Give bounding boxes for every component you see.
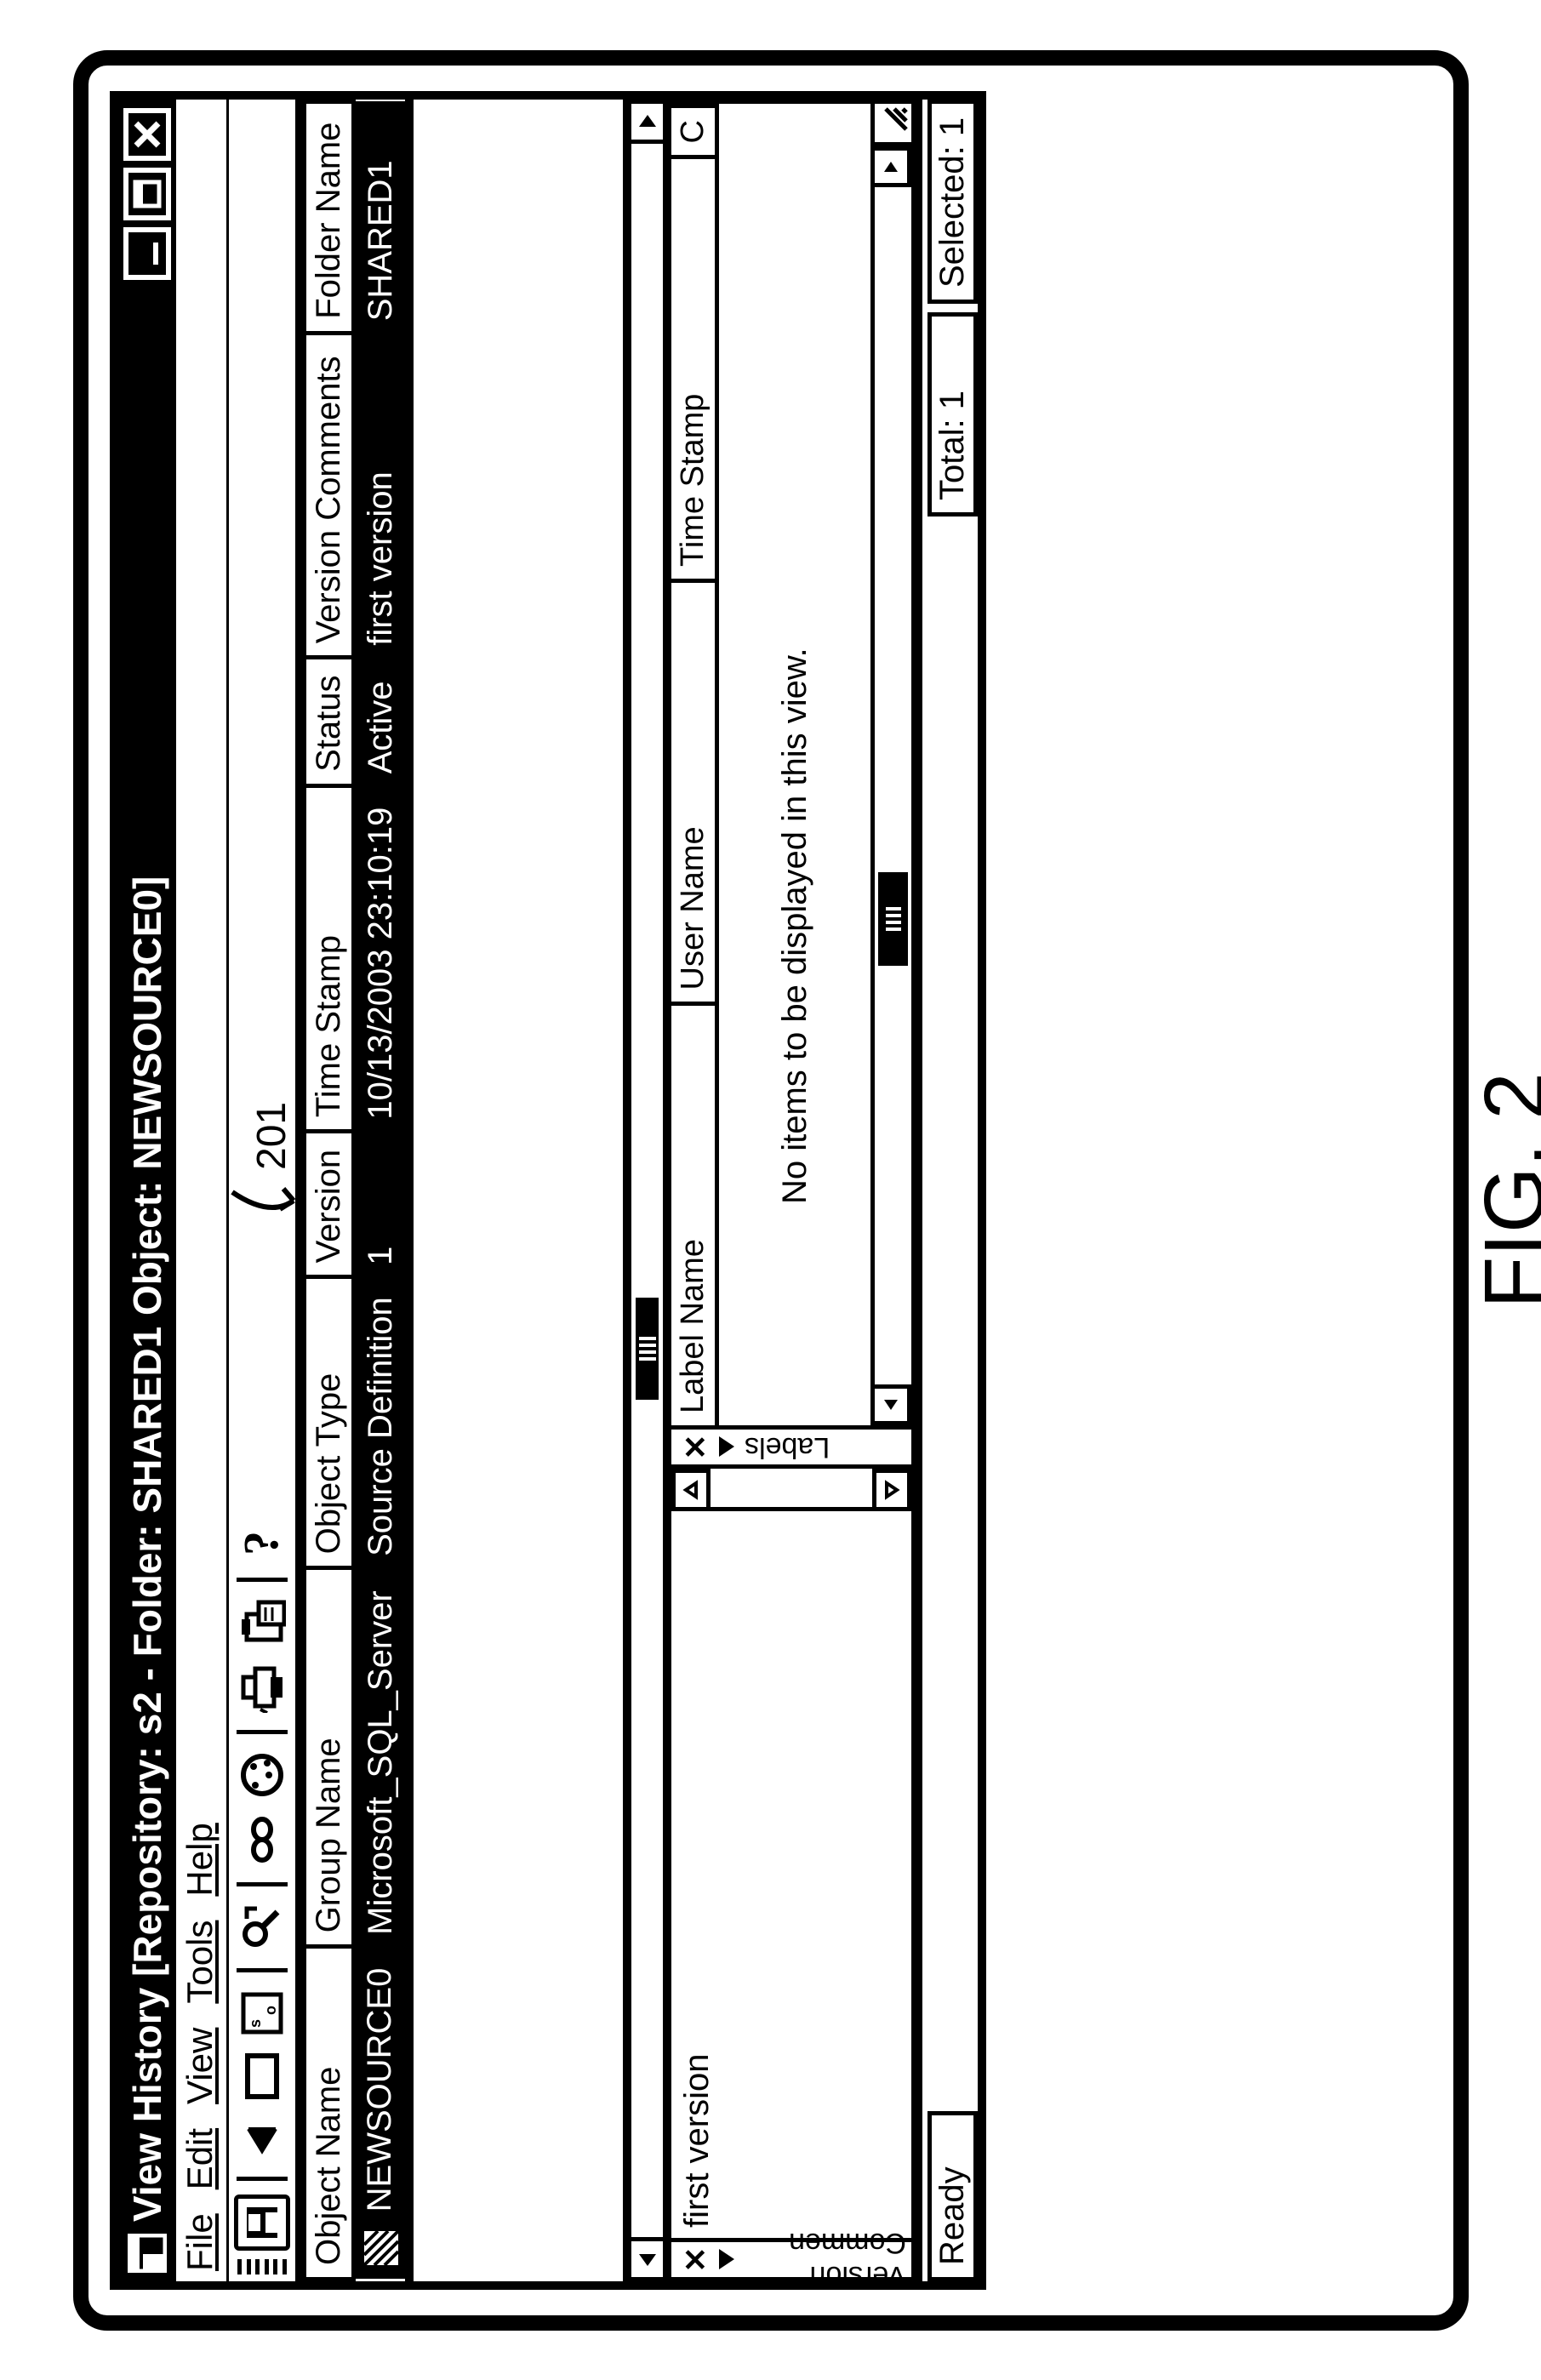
grid-row[interactable]: NEWSOURCE0 Microsoft_SQL_Server Source D… <box>353 101 405 2279</box>
titlebar: View History [Repository: s2 - Folder: S… <box>118 100 176 2281</box>
cell-folder-name: SHARED1 <box>353 101 405 333</box>
scroll-left-icon[interactable] <box>875 1384 911 1425</box>
window-title: View History [Repository: s2 - Folder: S… <box>124 292 170 2222</box>
vertical-scrollbar[interactable] <box>671 1469 911 1511</box>
menubar: File Edit View Tools Help <box>176 100 229 2281</box>
col-status[interactable]: Status <box>304 657 353 785</box>
globe-icon[interactable] <box>238 1748 286 1802</box>
svg-text:o: o <box>262 2006 279 2015</box>
col-object-type[interactable]: Object Type <box>304 1276 353 1567</box>
chevron-down-icon[interactable] <box>719 2249 734 2269</box>
scroll-thumb[interactable] <box>636 1298 659 1400</box>
scroll-right-icon[interactable] <box>875 146 911 187</box>
version-comments-panel: ✕ Version Commen first version <box>667 1464 916 2281</box>
labels-header-row: Label Name User Name Time Stamp C <box>671 104 719 1425</box>
scroll-up-icon[interactable] <box>671 1469 711 1507</box>
resize-grip-icon[interactable] <box>875 104 911 146</box>
menu-edit[interactable]: Edit <box>180 2127 225 2189</box>
col-user-name[interactable]: User Name <box>671 578 715 1002</box>
svg-text:?: ? <box>237 1531 288 1555</box>
cell-object-name: NEWSOURCE0 <box>361 1967 398 2212</box>
toolbar-grip[interactable] <box>237 2259 287 2274</box>
status-ready: Ready <box>927 2111 978 2281</box>
paste-icon[interactable] <box>238 1595 286 1650</box>
status-total: Total: 1 <box>927 312 978 517</box>
close-icon[interactable]: ✕ <box>678 1434 714 1459</box>
print-icon[interactable] <box>238 1658 286 1716</box>
help-icon[interactable]: ? <box>237 1515 288 1564</box>
callout-201: 201 <box>227 1101 295 1225</box>
svg-text:s: s <box>247 2018 264 2027</box>
search-icon[interactable] <box>238 1900 286 1955</box>
cell-group-name: Microsoft_SQL_Server <box>353 1567 405 1946</box>
application-window: View History [Repository: s2 - Folder: S… <box>110 91 986 2290</box>
chevron-down-icon[interactable] <box>719 1436 734 1457</box>
labels-empty-message: No items to be displayed in this view. <box>719 104 870 1425</box>
scroll-left-icon[interactable] <box>627 2237 667 2281</box>
grid-body-area <box>414 100 667 2281</box>
col-time-stamp[interactable]: Time Stamp <box>671 155 715 579</box>
menu-file[interactable]: File <box>180 2213 225 2271</box>
cell-version-comments: first version <box>353 333 405 658</box>
scroll-down-icon[interactable] <box>872 1469 911 1507</box>
scroll-thumb[interactable] <box>878 871 908 965</box>
cell-object-type: Source Definition <box>353 1276 405 1567</box>
col-time-stamp[interactable]: Time Stamp <box>304 785 353 1131</box>
menu-help[interactable]: Help <box>180 1823 225 1896</box>
detail-panels: ✕ Version Commen first version <box>667 100 922 2281</box>
labels-tab[interactable]: ✕ Labels <box>671 1425 911 1464</box>
grid-header-row: Object Name Group Name Object Type Versi… <box>304 101 353 2279</box>
labels-panel: ✕ Labels Label Name User Name Time Stamp… <box>667 100 916 1469</box>
menu-tools[interactable]: Tools <box>180 1920 225 2003</box>
col-version[interactable]: Version <box>304 1131 353 1276</box>
app-icon <box>128 2234 167 2273</box>
cell-time-stamp: 10/13/2003 23:10:19 <box>353 785 405 1131</box>
version-grid: 201 Object Name Group Name Object Type V… <box>302 100 414 2281</box>
col-folder-name[interactable]: Folder Name <box>304 101 353 333</box>
version-comments-text: first version <box>671 1511 911 2238</box>
maximize-button[interactable] <box>123 168 171 220</box>
labels-horizontal-scrollbar[interactable] <box>870 104 911 1425</box>
object-icon <box>362 2229 400 2267</box>
cell-status: Active <box>353 657 405 785</box>
col-object-name[interactable]: Object Name <box>304 1946 353 2279</box>
back-icon[interactable] <box>240 2112 284 2163</box>
statusbar: Ready Total: 1 Selected: 1 <box>922 100 978 2281</box>
close-icon[interactable]: ✕ <box>678 2246 714 2272</box>
version-comments-tab[interactable]: ✕ Version Commen <box>671 2238 911 2277</box>
figure-frame: View History [Repository: s2 - Folder: S… <box>73 50 1469 2331</box>
status-selected: Selected: 1 <box>927 100 978 304</box>
figure-caption: FIG. 2 <box>1466 1072 1541 1309</box>
panel-icon[interactable] <box>241 2049 283 2103</box>
minimize-button[interactable] <box>123 227 171 280</box>
scroll-right-icon[interactable] <box>627 100 667 144</box>
text-icon[interactable]: so <box>238 1986 286 2040</box>
col-version-comments[interactable]: Version Comments <box>304 333 353 658</box>
menu-view[interactable]: View <box>180 2027 225 2103</box>
close-button[interactable] <box>123 108 171 161</box>
scroll-track[interactable] <box>627 144 667 2237</box>
col-group-name[interactable]: Group Name <box>304 1567 353 1946</box>
col-c[interactable]: C <box>671 104 715 155</box>
save-icon[interactable] <box>234 2195 290 2251</box>
col-label-name[interactable]: Label Name <box>671 1002 715 1425</box>
link-icon[interactable] <box>240 1811 284 1869</box>
cell-version: 1 <box>353 1131 405 1276</box>
horizontal-scrollbar[interactable] <box>623 100 667 2281</box>
